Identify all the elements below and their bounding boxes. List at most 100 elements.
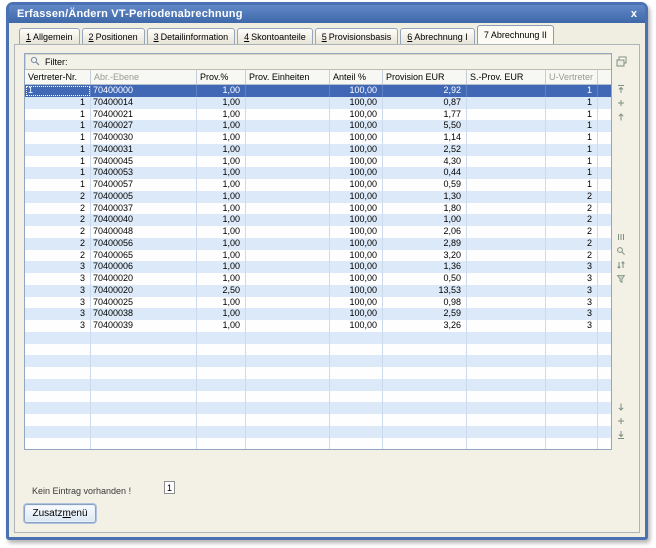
cell: 1 <box>546 132 598 144</box>
column-chooser-icon[interactable] <box>615 55 627 67</box>
data-grid: Filter: Vertreter-Nr. Abr.-Ebene Prov.% … <box>24 53 612 450</box>
cell <box>383 414 467 426</box>
cell: 1,00 <box>197 320 246 332</box>
cell <box>246 367 330 379</box>
table-row[interactable]: 1704000311,00100,002,521 <box>25 144 611 156</box>
arrow-up-icon[interactable] <box>615 111 627 123</box>
table-row[interactable] <box>25 379 611 391</box>
column-header-prov-einheiten[interactable]: Prov. Einheiten <box>246 70 330 84</box>
funnel-icon[interactable] <box>615 273 627 285</box>
column-header-vertreter-nr[interactable]: Vertreter-Nr. <box>25 70 91 84</box>
tab-abrechnung-1[interactable]: 6Abrechnung I <box>400 28 475 44</box>
plus-icon[interactable] <box>615 415 627 427</box>
cell <box>467 167 546 179</box>
table-row[interactable]: 2704000561,00100,002,892 <box>25 238 611 250</box>
cell-filler <box>598 203 611 215</box>
table-row[interactable]: 3704000202,50100,0013,533 <box>25 285 611 297</box>
arrow-down-icon[interactable] <box>615 401 627 413</box>
cell <box>246 144 330 156</box>
table-row[interactable] <box>25 438 611 450</box>
table-row[interactable]: 3704000251,00100,000,983 <box>25 297 611 309</box>
cell <box>467 320 546 332</box>
column-header-prov-prozent[interactable]: Prov.% <box>197 70 246 84</box>
table-row[interactable]: 1704000001,00100,002,921 <box>25 85 611 97</box>
cell <box>467 297 546 309</box>
arrow-up-to-bar-icon[interactable] <box>615 83 627 95</box>
cell <box>25 332 91 344</box>
table-row[interactable]: 1704000531,00100,000,441 <box>25 167 611 179</box>
table-row[interactable]: 2704000481,00100,002,062 <box>25 226 611 238</box>
column-header-s-prov-eur[interactable]: S.-Prov. EUR <box>467 70 546 84</box>
cell <box>25 414 91 426</box>
cell: 3,26 <box>383 320 467 332</box>
table-row[interactable]: 1704000211,00100,001,771 <box>25 109 611 121</box>
cell-filler <box>598 438 611 450</box>
cell <box>246 156 330 168</box>
cell: 1,14 <box>383 132 467 144</box>
table-row[interactable] <box>25 344 611 356</box>
table-row[interactable] <box>25 426 611 438</box>
grid-side-toolbar <box>613 53 629 450</box>
table-row[interactable] <box>25 391 611 403</box>
cell: 1,00 <box>197 97 246 109</box>
table-row[interactable]: 2704000371,00100,001,802 <box>25 203 611 215</box>
table-row[interactable]: 1704000141,00100,000,871 <box>25 97 611 109</box>
table-row[interactable]: 3704000391,00100,003,263 <box>25 320 611 332</box>
zusatzmenu-button[interactable]: Zusatzmenü <box>24 504 96 523</box>
tab-abrechnung-2[interactable]: 7Abrechnung II <box>477 25 554 44</box>
cell <box>246 332 330 344</box>
table-row[interactable] <box>25 367 611 379</box>
tab-skontoanteile[interactable]: 4Skontoanteile <box>237 28 313 44</box>
tab-allgemein[interactable]: 1Allgemein <box>19 28 80 44</box>
cell: 13,53 <box>383 285 467 297</box>
table-row[interactable]: 2704000651,00100,003,202 <box>25 250 611 262</box>
table-row[interactable]: 3704000061,00100,001,363 <box>25 261 611 273</box>
table-row[interactable]: 2704000401,00100,001,002 <box>25 214 611 226</box>
vertical-bars-icon[interactable] <box>615 231 627 243</box>
magnifier-icon[interactable] <box>615 245 627 257</box>
cell: 100,00 <box>330 297 383 309</box>
table-row[interactable]: 1704000271,00100,005,501 <box>25 120 611 132</box>
cell <box>467 414 546 426</box>
cell <box>467 156 546 168</box>
cell: 2 <box>546 238 598 250</box>
cell <box>383 355 467 367</box>
arrow-down-to-bar-icon[interactable] <box>615 429 627 441</box>
sort-arrows-icon[interactable] <box>615 259 627 271</box>
cell: 70400000 <box>91 85 197 97</box>
record-counter-field[interactable]: 1 <box>164 481 175 494</box>
cell <box>330 367 383 379</box>
column-header-abr-ebene[interactable]: Abr.-Ebene <box>91 70 197 84</box>
table-row[interactable] <box>25 414 611 426</box>
tab-provisionsbasis[interactable]: 5Provisionsbasis <box>315 28 399 44</box>
cell <box>467 203 546 215</box>
cell: 5,50 <box>383 120 467 132</box>
cell: 100,00 <box>330 273 383 285</box>
plus-icon[interactable] <box>615 97 627 109</box>
grid-header-row: Vertreter-Nr. Abr.-Ebene Prov.% Prov. Ei… <box>25 70 611 85</box>
tab-detailinformation[interactable]: 3Detailinformation <box>147 28 236 44</box>
tab-positionen[interactable]: 2Positionen <box>82 28 145 44</box>
table-row[interactable] <box>25 332 611 344</box>
column-header-provision-eur[interactable]: Provision EUR <box>383 70 467 84</box>
table-row[interactable]: 3704000381,00100,002,593 <box>25 308 611 320</box>
cell <box>467 344 546 356</box>
table-row[interactable]: 1704000451,00100,004,301 <box>25 156 611 168</box>
cell: 1 <box>25 109 91 121</box>
table-row[interactable]: 2704000051,00100,001,302 <box>25 191 611 203</box>
table-row[interactable] <box>25 355 611 367</box>
cell: 70400020 <box>91 273 197 285</box>
cell <box>467 426 546 438</box>
cell <box>91 355 197 367</box>
column-header-anteil-prozent[interactable]: Anteil % <box>330 70 383 84</box>
column-header-u-vertreter[interactable]: U-Vertreter <box>546 70 598 84</box>
cell: 1,00 <box>197 203 246 215</box>
table-row[interactable]: 3704000201,00100,000,503 <box>25 273 611 285</box>
table-row[interactable] <box>25 402 611 414</box>
cell <box>91 402 197 414</box>
close-button[interactable]: x <box>631 9 637 20</box>
cell <box>467 191 546 203</box>
cell: 3 <box>25 273 91 285</box>
table-row[interactable]: 1704000301,00100,001,141 <box>25 132 611 144</box>
table-row[interactable]: 1704000571,00100,000,591 <box>25 179 611 191</box>
